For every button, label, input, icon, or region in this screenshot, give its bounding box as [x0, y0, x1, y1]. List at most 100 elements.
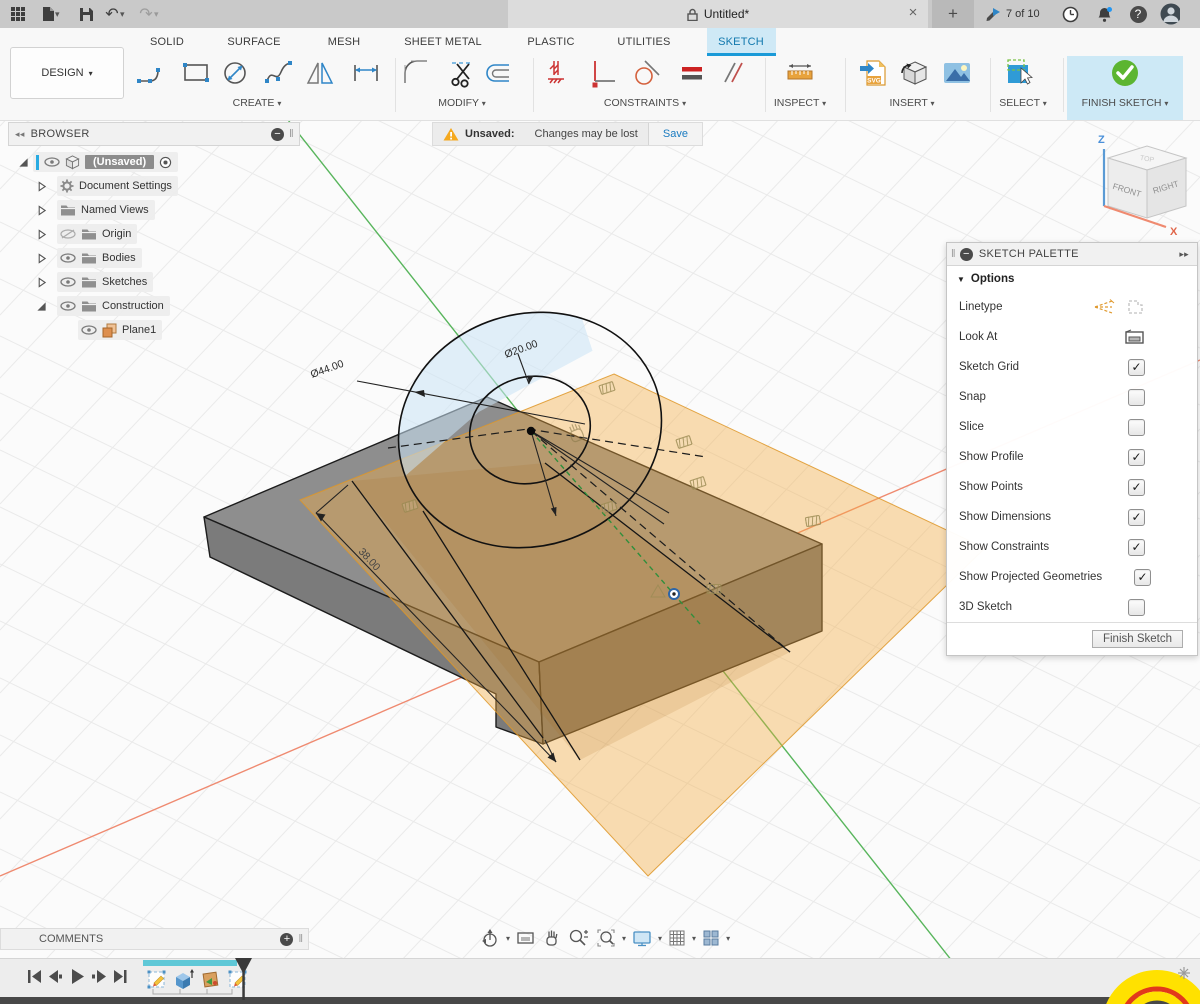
play-button[interactable] — [72, 969, 84, 984]
construction-linetype-icon[interactable] — [1093, 299, 1115, 315]
skip-to-start-button[interactable] — [28, 970, 41, 983]
caret-down-icon[interactable]: ▾ — [658, 934, 662, 943]
redo-icon[interactable]: ↷ — [136, 4, 156, 24]
add-comment-button[interactable]: + — [280, 933, 293, 946]
browser-item-document-settings[interactable]: Document Settings — [36, 176, 178, 196]
collapsed-arrow-icon[interactable] — [36, 252, 47, 265]
caret-down-icon[interactable]: ▾ — [154, 9, 159, 20]
step-back-button[interactable] — [49, 970, 62, 983]
collapse-panel-icon[interactable]: ◂◂ — [15, 129, 25, 140]
undo-icon[interactable]: ↶ — [102, 4, 122, 24]
tab-utilities[interactable]: UTILITIES — [617, 28, 670, 56]
tab-plastic[interactable]: PLASTIC — [527, 28, 574, 56]
job-status[interactable]: 7 of 10 — [984, 0, 1040, 28]
document-tab[interactable]: Untitled* × — [508, 0, 928, 28]
projected-linetype-icon[interactable] — [1125, 299, 1145, 315]
grid-display-icon[interactable] — [668, 929, 686, 947]
finish-sketch-icon[interactable] — [1109, 57, 1141, 89]
document-root-label[interactable]: (Unsaved) — [85, 155, 154, 169]
show-profile-checkbox[interactable]: ✓ — [1128, 449, 1145, 466]
tab-sketch[interactable]: SKETCH — [718, 28, 764, 56]
sketch-center-point[interactable] — [527, 427, 535, 435]
collapsed-arrow-icon[interactable] — [36, 204, 47, 217]
snap-checkbox[interactable] — [1128, 389, 1145, 406]
insert-mesh-icon[interactable] — [899, 57, 931, 89]
dimension-label-outer[interactable]: Ø44.00 — [309, 358, 346, 381]
group-insert[interactable]: INSERT ▾ — [889, 97, 934, 109]
create-circle-icon[interactable] — [220, 57, 252, 89]
design-workspace-button[interactable]: DESIGN ▾ — [10, 47, 124, 99]
app-grid-icon[interactable] — [8, 4, 28, 24]
timeline-playhead[interactable] — [233, 956, 255, 1002]
viewcube[interactable]: TOP FRONT RIGHT Z X — [1098, 134, 1186, 238]
pan-icon[interactable] — [542, 928, 562, 948]
visibility-eye-icon[interactable] — [60, 253, 76, 263]
caret-down-icon[interactable]: ▾ — [622, 934, 626, 943]
visibility-eye-icon[interactable] — [60, 277, 76, 287]
comments-bar[interactable]: COMMENTS + ‖ — [0, 928, 309, 950]
activate-radio-icon[interactable] — [159, 156, 172, 169]
browser-item-named-views[interactable]: Named Views — [36, 200, 155, 220]
group-create[interactable]: CREATE ▾ — [233, 97, 282, 109]
expanded-arrow-icon[interactable] — [18, 157, 29, 168]
show-projected-geometries-checkbox[interactable]: ✓ — [1134, 569, 1151, 586]
create-mirror-icon[interactable] — [305, 57, 337, 89]
collapsed-arrow-icon[interactable] — [36, 180, 47, 193]
step-forward-button[interactable] — [92, 970, 106, 983]
show-points-checkbox[interactable]: ✓ — [1128, 479, 1145, 496]
save-icon[interactable] — [76, 4, 96, 24]
expanded-arrow-icon[interactable] — [36, 301, 47, 312]
tab-solid[interactable]: SOLID — [150, 28, 184, 56]
collapsed-arrow-icon[interactable] — [36, 228, 47, 241]
options-section-header[interactable]: ▼ Options — [947, 266, 1197, 292]
viewports-icon[interactable] — [702, 929, 720, 947]
clock-icon[interactable] — [1060, 4, 1080, 24]
constraint-perpendicular-icon[interactable] — [587, 57, 619, 89]
create-spline-icon[interactable] — [263, 57, 295, 89]
help-icon[interactable]: ? — [1128, 4, 1148, 24]
browser-item-sketches[interactable]: Sketches — [36, 272, 153, 292]
group-inspect[interactable]: INSPECT ▾ — [774, 97, 826, 109]
insert-canvas-icon[interactable] — [941, 57, 973, 89]
browser-item-construction[interactable]: Construction — [36, 296, 170, 316]
skip-to-end-button[interactable] — [114, 970, 127, 983]
insert-svg-icon[interactable]: SVG — [857, 57, 889, 89]
constraint-fixed-icon[interactable] — [541, 57, 573, 89]
notification-bell-icon[interactable] — [1094, 4, 1114, 24]
3d-sketch-checkbox[interactable] — [1128, 599, 1145, 616]
inspect-measure-icon[interactable] — [784, 57, 816, 89]
slice-checkbox[interactable] — [1128, 419, 1145, 436]
look-at-icon[interactable] — [1125, 329, 1145, 345]
constraint-parallel-icon[interactable] — [717, 57, 749, 89]
create-rectangle-icon[interactable] — [181, 57, 213, 89]
caret-down-icon[interactable]: ▾ — [726, 934, 730, 943]
caret-down-icon[interactable]: ▾ — [506, 934, 510, 943]
browser-item-origin[interactable]: Origin — [36, 224, 137, 244]
browser-header[interactable]: ◂◂ BROWSER − ‖ — [8, 122, 300, 146]
orbit-icon[interactable] — [480, 928, 500, 948]
close-tab-button[interactable]: × — [904, 4, 922, 21]
modify-trim-icon[interactable] — [449, 57, 481, 89]
tab-surface[interactable]: SURFACE — [227, 28, 280, 56]
caret-down-icon[interactable]: ▾ — [55, 9, 60, 20]
caret-down-icon[interactable]: ▾ — [120, 9, 125, 20]
panel-grip[interactable]: ‖ — [289, 128, 294, 140]
visibility-eye-icon[interactable] — [81, 325, 97, 335]
create-dimension-icon[interactable] — [350, 57, 382, 89]
browser-item-root[interactable]: (Unsaved) — [18, 152, 178, 172]
group-finish-sketch[interactable]: FINISH SKETCH ▾ — [1082, 97, 1169, 109]
select-icon[interactable] — [1004, 57, 1036, 89]
display-settings-icon[interactable] — [632, 929, 652, 947]
group-modify[interactable]: MODIFY ▾ — [438, 97, 486, 109]
minimize-panel-icon[interactable]: − — [271, 128, 284, 141]
zoom-icon[interactable] — [568, 928, 590, 948]
modify-fillet-icon[interactable] — [401, 57, 433, 89]
minimize-panel-icon[interactable]: − — [960, 248, 973, 261]
constraint-equal-icon[interactable] — [676, 57, 708, 89]
avatar[interactable] — [1160, 4, 1180, 24]
save-link[interactable]: Save — [648, 123, 702, 145]
browser-item-bodies[interactable]: Bodies — [36, 248, 142, 268]
visibility-eye-icon[interactable] — [60, 301, 76, 311]
panel-grip[interactable]: ‖ — [951, 248, 956, 260]
collapsed-arrow-icon[interactable] — [36, 276, 47, 289]
